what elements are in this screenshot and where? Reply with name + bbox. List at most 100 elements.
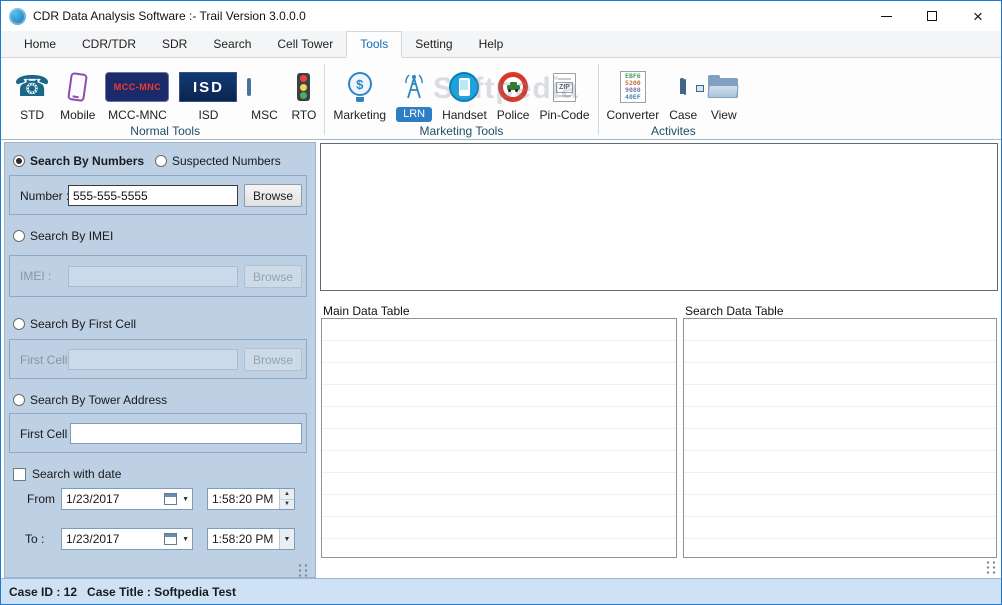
ribbon-group-normal-tools: ☎ STD Mobile MCC-MNC MCC-MNC ISD ISD MSC… <box>9 60 321 139</box>
search-with-date-checkbox[interactable]: Search with date <box>13 467 121 481</box>
tab-cdr-tdr[interactable]: CDR/TDR <box>69 32 149 57</box>
zip-document-icon: ZIP <box>553 72 576 102</box>
traffic-light-icon <box>297 73 311 101</box>
search-data-table[interactable] <box>683 318 997 558</box>
ribbon-button-isd[interactable]: ISD ISD <box>174 62 242 124</box>
ribbon-separator <box>597 64 599 135</box>
idea-bulb-icon: $ <box>347 72 372 102</box>
search-data-table-label: Search Data Table <box>685 304 784 318</box>
ribbon-group-activites: EBF6 5200 9080 40EF Converter Case View <box>602 60 746 139</box>
ribbon-button-converter[interactable]: EBF6 5200 9080 40EF Converter <box>602 62 665 124</box>
ribbon-button-rto[interactable]: RTO <box>286 62 321 124</box>
to-label: To : <box>25 532 45 546</box>
radio-indicator <box>13 155 25 167</box>
preview-panel <box>320 143 998 291</box>
calendar-icon <box>164 533 178 545</box>
to-date-picker[interactable]: 1/23/2017 ▼ <box>61 528 193 550</box>
search-panel: Search By Numbers Suspected Numbers Numb… <box>4 142 316 579</box>
number-input[interactable] <box>68 185 238 206</box>
number-browse-button[interactable]: Browse <box>244 184 302 207</box>
imei-input <box>68 266 238 287</box>
ribbon-button-mcc-mnc[interactable]: MCC-MNC MCC-MNC <box>100 62 174 124</box>
radio-indicator <box>13 318 25 330</box>
mcc-mnc-card-icon: MCC-MNC <box>105 72 170 102</box>
folder-icon <box>707 74 740 101</box>
ribbon-toolbar: Softpedia ☎ STD Mobile MCC-MNC MCC-MNC I… <box>1 58 1001 140</box>
hex-document-icon: EBF6 5200 9080 40EF <box>619 71 646 103</box>
first-cell-browse-button: Browse <box>244 348 302 371</box>
minimize-icon <box>880 15 892 17</box>
window-resize-grip[interactable] <box>985 560 997 576</box>
number-group-box: Number : Browse <box>9 175 307 215</box>
ribbon-button-handset[interactable]: Handset <box>437 62 492 124</box>
radio-search-by-numbers[interactable]: Search By Numbers <box>13 154 144 168</box>
maximize-icon <box>927 11 937 21</box>
imei-group-box: IMEI : Browse <box>9 255 307 297</box>
maximize-button[interactable] <box>909 1 955 31</box>
dropdown-arrow-icon[interactable]: ▼ <box>179 496 192 503</box>
police-car-icon <box>498 72 529 102</box>
imei-browse-button: Browse <box>244 265 302 288</box>
tab-help[interactable]: Help <box>466 32 517 57</box>
spin-down-icon[interactable]: ▼ <box>280 499 294 509</box>
close-button[interactable]: × <box>955 1 1001 31</box>
status-bar: Case ID : 12 Case Title : Softpedia Test <box>1 578 1001 604</box>
telephone-icon: ☎ <box>14 71 51 103</box>
menu-bar: Home CDR/TDR SDR Search Cell Tower Tools… <box>1 31 1001 58</box>
briefcase-icon <box>680 78 687 95</box>
ribbon-button-lrn[interactable]: LRN <box>391 62 437 124</box>
panel-resize-grip[interactable] <box>297 563 309 579</box>
tab-sdr[interactable]: SDR <box>149 32 200 57</box>
checkbox-indicator <box>13 467 26 481</box>
from-date-picker[interactable]: 1/23/2017 ▼ <box>61 488 193 510</box>
tab-setting[interactable]: Setting <box>402 32 465 57</box>
close-icon: × <box>973 6 983 26</box>
tab-home[interactable]: Home <box>11 32 69 57</box>
antenna-tower-icon <box>405 74 423 99</box>
content-area: Search By Numbers Suspected Numbers Numb… <box>1 140 1001 579</box>
radio-search-by-imei[interactable]: Search By IMEI <box>13 229 113 243</box>
ribbon-button-pin-code[interactable]: ZIP Pin-Code <box>534 62 594 124</box>
monitor-icon <box>247 78 281 96</box>
ribbon-button-marketing[interactable]: $ Marketing <box>328 62 391 124</box>
radio-indicator <box>155 155 167 167</box>
from-label: From <box>27 492 55 506</box>
status-case-title: Case Title : Softpedia Test <box>87 584 236 599</box>
main-data-table[interactable] <box>321 318 677 558</box>
tower-group-box: First Cell : <box>9 413 307 453</box>
first-cell-input <box>68 349 238 370</box>
minimize-button[interactable] <box>863 1 909 31</box>
radio-search-by-tower-address[interactable]: Search By Tower Address <box>13 393 167 407</box>
from-time-picker[interactable]: 1:58:20 PM ▲ ▼ <box>207 488 295 510</box>
ribbon-button-police[interactable]: Police <box>492 62 535 124</box>
radio-suspected-numbers[interactable]: Suspected Numbers <box>155 154 281 168</box>
ribbon-button-mobile[interactable]: Mobile <box>55 62 100 124</box>
window-controls: × <box>863 1 1001 31</box>
radio-search-by-first-cell[interactable]: Search By First Cell <box>13 317 136 331</box>
tab-cell-tower[interactable]: Cell Tower <box>264 32 346 57</box>
ribbon-button-case[interactable]: Case <box>664 62 702 124</box>
main-data-table-label: Main Data Table <box>323 304 410 318</box>
ribbon-button-msc[interactable]: MSC <box>242 62 286 124</box>
dropdown-arrow-icon[interactable]: ▼ <box>279 529 294 549</box>
spin-up-icon[interactable]: ▲ <box>280 489 294 500</box>
main-area: Main Data Table Search Data Table <box>319 140 1001 578</box>
dropdown-arrow-icon[interactable]: ▼ <box>179 536 192 543</box>
window-title: CDR Data Analysis Software :- Trail Vers… <box>33 9 306 23</box>
ribbon-group-marketing-tools: $ Marketing LRN Handset Police ZIP Pin-C… <box>328 60 594 139</box>
radio-indicator <box>13 230 25 242</box>
app-logo-icon <box>9 7 26 25</box>
to-time-picker[interactable]: 1:58:20 PM ▼ <box>207 528 295 550</box>
app-window: CDR Data Analysis Software :- Trail Vers… <box>0 0 1002 605</box>
ribbon-button-std[interactable]: ☎ STD <box>9 62 55 124</box>
tab-search[interactable]: Search <box>200 32 264 57</box>
tab-tools[interactable]: Tools <box>346 31 403 58</box>
tower-first-cell-input[interactable] <box>70 423 302 444</box>
ribbon-separator <box>324 64 326 135</box>
calendar-icon <box>164 493 178 505</box>
handset-phone-icon <box>449 72 480 102</box>
radio-indicator <box>13 394 25 406</box>
ribbon-button-view[interactable]: View <box>702 62 745 124</box>
mobile-phone-icon <box>67 71 89 103</box>
status-case-id: Case ID : 12 <box>9 584 78 599</box>
